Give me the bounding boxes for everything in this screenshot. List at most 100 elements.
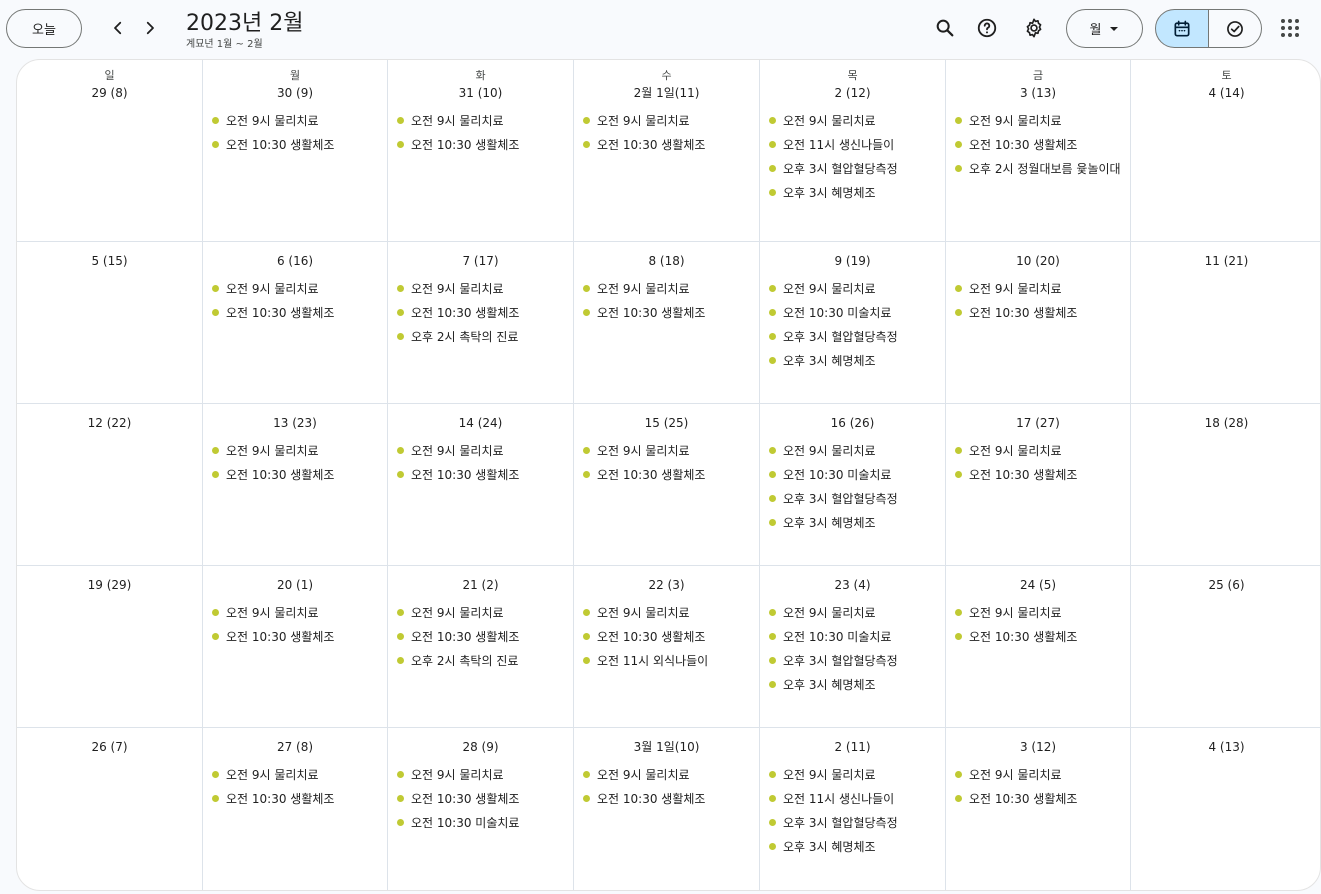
settings-button[interactable] (1018, 12, 1050, 44)
date-label[interactable]: 25 (6) (1131, 576, 1320, 594)
calendar-event[interactable]: 오전 10:30 생활체조 (203, 462, 387, 486)
day-cell[interactable]: 2 (11) 오전 9시 물리치료 오전 11시 생신나들이 오후 3시 혈압혈당측정… (760, 728, 946, 890)
date-label[interactable]: 8 (18) (574, 252, 759, 270)
day-cell[interactable]: 14 (24) 오전 9시 물리치료 오전 10:30 생활체조 (388, 404, 574, 566)
date-label[interactable]: 13 (23) (203, 414, 387, 432)
calendar-event[interactable]: 오전 9시 물리치료 (946, 438, 1130, 462)
view-mode-select[interactable]: 월 (1066, 9, 1143, 48)
day-cell[interactable]: 26 (7) (17, 728, 203, 890)
date-label[interactable]: 2 (11) (760, 738, 945, 756)
calendar-event[interactable]: 오전 10:30 생활체조 (203, 624, 387, 648)
calendar-event[interactable]: 오전 10:30 생활체조 (388, 300, 573, 324)
calendar-event[interactable]: 오전 10:30 생활체조 (574, 624, 759, 648)
calendar-event[interactable]: 오후 2시 촉탁의 진료 (388, 648, 573, 672)
date-label[interactable]: 11 (21) (1131, 252, 1320, 270)
tasks-view-toggle[interactable] (1208, 9, 1262, 48)
calendar-event[interactable]: 오전 9시 물리치료 (203, 276, 387, 300)
day-cell[interactable]: 4 (13) (1131, 728, 1320, 890)
date-label[interactable]: 4 (13) (1131, 738, 1320, 756)
day-cell[interactable]: 5 (15) (17, 242, 203, 404)
search-button[interactable] (929, 12, 961, 44)
date-label[interactable]: 10 (20) (946, 252, 1130, 270)
calendar-event[interactable]: 오전 10:30 미술치료 (760, 300, 945, 324)
day-cell[interactable]: 15 (25) 오전 9시 물리치료 오전 10:30 생활체조 (574, 404, 760, 566)
day-cell[interactable]: 21 (2) 오전 9시 물리치료 오전 10:30 생활체조 오후 2시 촉탁의 진… (388, 566, 574, 728)
date-label[interactable]: 9 (19) (760, 252, 945, 270)
calendar-event[interactable]: 오전 9시 물리치료 (946, 276, 1130, 300)
calendar-event[interactable]: 오전 10:30 생활체조 (946, 624, 1130, 648)
calendar-event[interactable]: 오전 9시 물리치료 (574, 762, 759, 786)
date-label[interactable]: 20 (1) (203, 576, 387, 594)
day-cell[interactable]: 3 (12) 오전 9시 물리치료 오전 10:30 생활체조 (946, 728, 1131, 890)
day-cell[interactable]: 13 (23) 오전 9시 물리치료 오전 10:30 생활체조 (203, 404, 388, 566)
previous-month-button[interactable] (104, 14, 132, 42)
date-label[interactable]: 2월 1일(11) (574, 84, 759, 102)
date-label[interactable]: 21 (2) (388, 576, 573, 594)
day-cell[interactable]: 28 (9) 오전 9시 물리치료 오전 10:30 생활체조 오전 10:30 미술… (388, 728, 574, 890)
date-label[interactable]: 7 (17) (388, 252, 573, 270)
calendar-event[interactable]: 오전 10:30 생활체조 (388, 132, 573, 156)
calendar-event[interactable]: 오후 3시 혜명체조 (760, 348, 945, 372)
help-button[interactable] (971, 12, 1003, 44)
calendar-event[interactable]: 오전 9시 물리치료 (203, 600, 387, 624)
date-label[interactable]: 30 (9) (203, 84, 387, 102)
calendar-event[interactable]: 오전 9시 물리치료 (946, 108, 1130, 132)
calendar-event[interactable]: 오전 9시 물리치료 (388, 276, 573, 300)
date-label[interactable]: 24 (5) (946, 576, 1130, 594)
calendar-event[interactable]: 오후 3시 혜명체조 (760, 180, 945, 204)
calendar-event[interactable]: 오전 9시 물리치료 (388, 108, 573, 132)
calendar-event[interactable]: 오전 11시 외식나들이 (574, 648, 759, 672)
calendar-view-toggle[interactable] (1155, 9, 1209, 48)
date-label[interactable]: 16 (26) (760, 414, 945, 432)
date-label[interactable]: 6 (16) (203, 252, 387, 270)
calendar-event[interactable]: 오전 9시 물리치료 (760, 600, 945, 624)
day-cell[interactable]: 23 (4) 오전 9시 물리치료 오전 10:30 미술치료 오후 3시 혈압혈당측… (760, 566, 946, 728)
day-cell[interactable]: 10 (20) 오전 9시 물리치료 오전 10:30 생활체조 (946, 242, 1131, 404)
date-label[interactable]: 15 (25) (574, 414, 759, 432)
day-cell[interactable]: 9 (19) 오전 9시 물리치료 오전 10:30 미술치료 오후 3시 혈압혈당측… (760, 242, 946, 404)
day-cell[interactable]: 수 2월 1일(11) 오전 9시 물리치료 오전 10:30 생활체조 (574, 60, 760, 242)
date-label[interactable]: 14 (24) (388, 414, 573, 432)
day-cell[interactable]: 12 (22) (17, 404, 203, 566)
calendar-event[interactable]: 오후 3시 혈압혈당측정 (760, 324, 945, 348)
calendar-event[interactable]: 오전 9시 물리치료 (760, 762, 945, 786)
calendar-event[interactable]: 오전 9시 물리치료 (388, 762, 573, 786)
date-label[interactable]: 17 (27) (946, 414, 1130, 432)
date-label[interactable]: 3 (12) (946, 738, 1130, 756)
calendar-event[interactable]: 오전 10:30 생활체조 (946, 462, 1130, 486)
day-cell[interactable]: 25 (6) (1131, 566, 1320, 728)
date-label[interactable]: 3월 1일(10) (574, 738, 759, 756)
day-cell[interactable]: 월 30 (9) 오전 9시 물리치료 오전 10:30 생활체조 (203, 60, 388, 242)
calendar-event[interactable]: 오전 11시 생신나들이 (760, 786, 945, 810)
calendar-event[interactable]: 오전 9시 물리치료 (946, 600, 1130, 624)
calendar-event[interactable]: 오전 10:30 생활체조 (203, 786, 387, 810)
calendar-event[interactable]: 오전 10:30 생활체조 (388, 786, 573, 810)
calendar-event[interactable]: 오전 11시 생신나들이 (760, 132, 945, 156)
calendar-event[interactable]: 오전 10:30 생활체조 (388, 624, 573, 648)
calendar-event[interactable]: 오전 10:30 미술치료 (760, 462, 945, 486)
calendar-event[interactable]: 오전 9시 물리치료 (203, 762, 387, 786)
calendar-event[interactable]: 오전 9시 물리치료 (203, 438, 387, 462)
date-label[interactable]: 22 (3) (574, 576, 759, 594)
calendar-event[interactable]: 오전 9시 물리치료 (760, 276, 945, 300)
day-cell[interactable]: 6 (16) 오전 9시 물리치료 오전 10:30 생활체조 (203, 242, 388, 404)
calendar-event[interactable]: 오전 9시 물리치료 (388, 600, 573, 624)
date-label[interactable]: 5 (15) (17, 252, 202, 270)
day-cell[interactable]: 18 (28) (1131, 404, 1320, 566)
calendar-event[interactable]: 오후 3시 혈압혈당측정 (760, 810, 945, 834)
day-cell[interactable]: 11 (21) (1131, 242, 1320, 404)
calendar-event[interactable]: 오후 3시 혜명체조 (760, 510, 945, 534)
calendar-event[interactable]: 오전 10:30 생활체조 (574, 132, 759, 156)
calendar-event[interactable]: 오전 9시 물리치료 (946, 762, 1130, 786)
calendar-event[interactable]: 오후 3시 혜명체조 (760, 834, 945, 858)
date-label[interactable]: 2 (12) (760, 84, 945, 102)
calendar-event[interactable]: 오전 10:30 생활체조 (574, 462, 759, 486)
calendar-event[interactable]: 오전 9시 물리치료 (574, 108, 759, 132)
calendar-event[interactable]: 오전 10:30 미술치료 (760, 624, 945, 648)
calendar-event[interactable]: 오후 2시 정월대보름 윷놀이대 (946, 156, 1130, 180)
calendar-event[interactable]: 오전 10:30 생활체조 (203, 132, 387, 156)
calendar-event[interactable]: 오후 2시 촉탁의 진료 (388, 324, 573, 348)
calendar-event[interactable]: 오전 9시 물리치료 (203, 108, 387, 132)
calendar-event[interactable]: 오전 9시 물리치료 (574, 438, 759, 462)
calendar-event[interactable]: 오전 10:30 생활체조 (946, 132, 1130, 156)
